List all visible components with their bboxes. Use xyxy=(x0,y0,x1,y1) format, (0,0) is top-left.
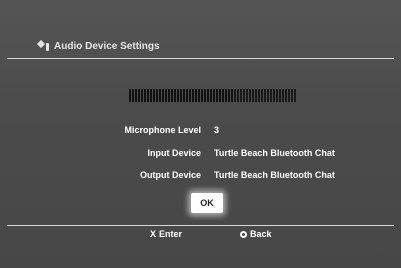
meter-segment-filled xyxy=(129,89,131,102)
meter-segment-empty xyxy=(279,89,281,102)
meter-segment-empty xyxy=(270,89,272,102)
meter-segment-filled xyxy=(144,89,146,102)
meter-segment-filled xyxy=(225,89,227,102)
meter-segment-empty xyxy=(273,89,275,102)
meter-segment-filled xyxy=(183,89,185,102)
meter-segment-filled xyxy=(213,89,215,102)
audio-device-settings-screen: Audio Device Settings Microphone Level 3… xyxy=(0,0,401,268)
microphone-level-meter xyxy=(129,89,296,103)
circle-button-icon xyxy=(240,230,247,238)
meter-segment-empty xyxy=(237,89,239,102)
meter-segment-empty xyxy=(291,89,293,102)
meter-segment-filled xyxy=(153,89,155,102)
meter-segment-filled xyxy=(162,89,164,102)
enter-hint[interactable]: X Enter xyxy=(150,229,182,239)
meter-segment-filled xyxy=(177,89,179,102)
meter-segment-filled xyxy=(219,89,221,102)
meter-segment-filled xyxy=(156,89,158,102)
meter-segment-filled xyxy=(141,89,143,102)
ok-button[interactable]: OK xyxy=(191,193,223,213)
meter-segment-empty xyxy=(249,89,251,102)
meter-segment-filled xyxy=(228,89,230,102)
meter-segment-empty xyxy=(240,89,242,102)
footer-divider xyxy=(7,225,394,226)
x-button-glyph: X xyxy=(150,229,157,239)
meter-segment-filled xyxy=(135,89,137,102)
meter-segment-empty xyxy=(243,89,245,102)
meter-segment-empty xyxy=(294,89,296,102)
input-device-value[interactable]: Turtle Beach Bluetooth Chat xyxy=(214,148,335,158)
output-device-value[interactable]: Turtle Beach Bluetooth Chat xyxy=(214,170,335,180)
meter-segment-filled xyxy=(204,89,206,102)
meter-segment-empty xyxy=(255,89,257,102)
meter-segment-filled xyxy=(189,89,191,102)
meter-segment-filled xyxy=(150,89,152,102)
back-hint[interactable]: Back xyxy=(240,229,272,239)
meter-segment-empty xyxy=(252,89,254,102)
meter-segment-filled xyxy=(231,89,233,102)
meter-segment-empty xyxy=(246,89,248,102)
page-title: Audio Device Settings xyxy=(37,38,160,54)
meter-segment-filled xyxy=(207,89,209,102)
meter-segment-empty xyxy=(264,89,266,102)
meter-segment-filled xyxy=(132,89,134,102)
meter-segment-filled xyxy=(195,89,197,102)
meter-segment-filled xyxy=(174,89,176,102)
meter-segment-filled xyxy=(168,89,170,102)
meter-segment-empty xyxy=(258,89,260,102)
header-divider xyxy=(7,58,394,59)
meter-segment-filled xyxy=(147,89,149,102)
meter-segment-empty xyxy=(234,89,236,102)
meter-segment-filled xyxy=(216,89,218,102)
back-hint-label: Back xyxy=(250,229,272,239)
output-device-label: Output Device xyxy=(139,170,201,180)
meter-segment-empty xyxy=(282,89,284,102)
meter-segment-empty xyxy=(267,89,269,102)
settings-gear-icon xyxy=(37,40,49,51)
meter-segment-empty xyxy=(276,89,278,102)
meter-segment-filled xyxy=(201,89,203,102)
meter-segment-filled xyxy=(192,89,194,102)
meter-segment-filled xyxy=(198,89,200,102)
page-title-text: Audio Device Settings xyxy=(54,40,160,52)
meter-segment-filled xyxy=(222,89,224,102)
meter-segment-filled xyxy=(159,89,161,102)
meter-segment-filled xyxy=(165,89,167,102)
meter-segment-filled xyxy=(210,89,212,102)
meter-segment-filled xyxy=(186,89,188,102)
meter-segment-empty xyxy=(288,89,290,102)
microphone-level-label: Microphone Level xyxy=(124,125,201,135)
enter-hint-label: Enter xyxy=(159,229,183,239)
meter-segment-empty xyxy=(261,89,263,102)
meter-segment-filled xyxy=(180,89,182,102)
meter-segment-filled xyxy=(171,89,173,102)
input-device-label: Input Device xyxy=(147,148,201,158)
microphone-level-value[interactable]: 3 xyxy=(214,125,219,135)
meter-segment-empty xyxy=(285,89,287,102)
meter-segment-filled xyxy=(138,89,140,102)
